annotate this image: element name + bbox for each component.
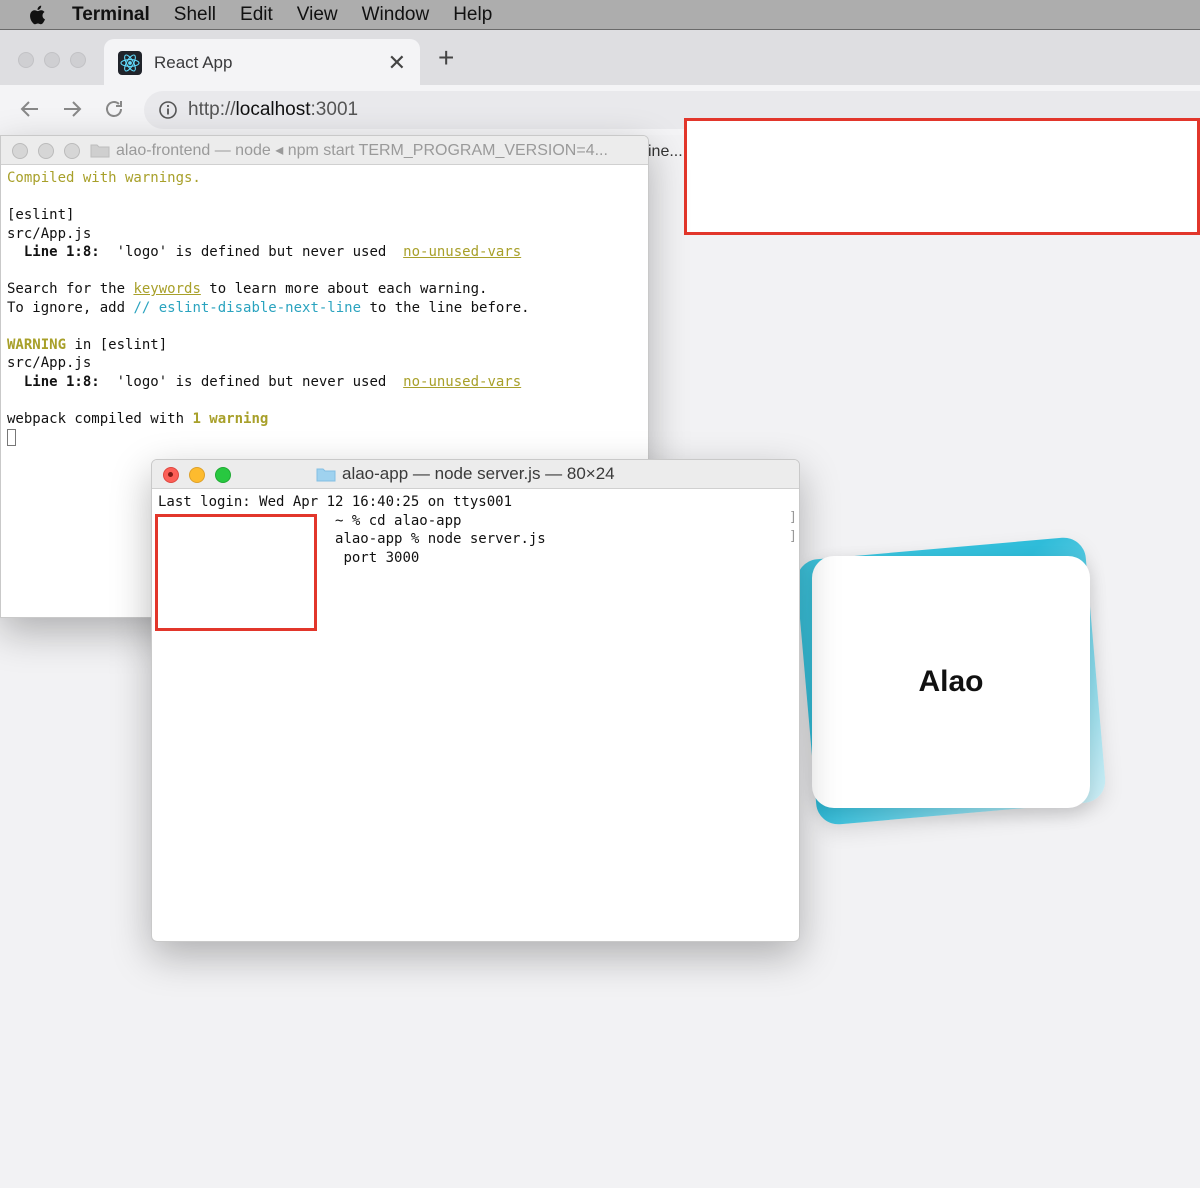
window-minimize-button[interactable] bbox=[44, 52, 60, 68]
window-zoom-button[interactable] bbox=[70, 52, 86, 68]
browser-tab[interactable]: React App ✕ bbox=[104, 39, 420, 86]
folder-icon bbox=[316, 468, 336, 482]
menu-help[interactable]: Help bbox=[453, 4, 492, 26]
window-close-button[interactable] bbox=[18, 52, 34, 68]
close-tab-icon[interactable]: ✕ bbox=[388, 50, 406, 76]
url-text: http://localhost:3001 bbox=[188, 99, 359, 120]
menu-app-name[interactable]: Terminal bbox=[72, 4, 150, 26]
menu-window[interactable]: Window bbox=[362, 4, 430, 26]
menu-shell[interactable]: Shell bbox=[174, 4, 216, 26]
terminal-titlebar[interactable]: alao-frontend — node ◂ npm start TERM_PR… bbox=[1, 136, 648, 165]
new-tab-icon[interactable]: + bbox=[438, 42, 454, 74]
terminal-titlebar[interactable]: alao-app — node server.js — 80×24 bbox=[152, 460, 799, 489]
line-marker: ] bbox=[789, 529, 797, 544]
line-marker: ] bbox=[789, 510, 797, 525]
truncated-text: ine... bbox=[648, 143, 683, 160]
redaction-box bbox=[684, 118, 1200, 235]
back-icon[interactable] bbox=[18, 97, 42, 121]
minimize-button[interactable] bbox=[189, 467, 205, 483]
menu-edit[interactable]: Edit bbox=[240, 4, 273, 26]
terminal-title: alao-app — node server.js — 80×24 bbox=[342, 464, 615, 483]
apple-icon[interactable] bbox=[26, 3, 50, 27]
redaction-box bbox=[155, 514, 317, 631]
forward-icon[interactable] bbox=[60, 97, 84, 121]
alao-card[interactable]: Alao bbox=[812, 556, 1090, 808]
minimize-button[interactable] bbox=[38, 143, 54, 159]
menu-view[interactable]: View bbox=[297, 4, 338, 26]
folder-icon bbox=[90, 144, 110, 158]
keywords-link: keywords bbox=[133, 281, 201, 297]
site-info-icon[interactable] bbox=[158, 100, 178, 120]
card-label: Alao bbox=[918, 665, 984, 698]
zoom-button[interactable] bbox=[64, 143, 80, 159]
close-button[interactable] bbox=[12, 143, 28, 159]
menu-bar: Terminal Shell Edit View Window Help bbox=[0, 0, 1200, 30]
terminal-output: Compiled with warnings. [eslint] src/App… bbox=[1, 165, 648, 451]
tab-title: React App bbox=[154, 52, 233, 72]
close-button[interactable] bbox=[163, 467, 179, 483]
tab-strip: React App ✕ + bbox=[0, 30, 1200, 86]
terminal-title: alao-frontend — node ◂ npm start TERM_PR… bbox=[116, 142, 608, 159]
rule-link-2: no-unused-vars bbox=[403, 373, 522, 390]
rule-link: no-unused-vars bbox=[403, 244, 522, 260]
reload-icon[interactable] bbox=[102, 97, 126, 121]
react-icon bbox=[118, 50, 142, 75]
zoom-button[interactable] bbox=[215, 467, 231, 483]
terminal-cursor bbox=[7, 428, 16, 446]
